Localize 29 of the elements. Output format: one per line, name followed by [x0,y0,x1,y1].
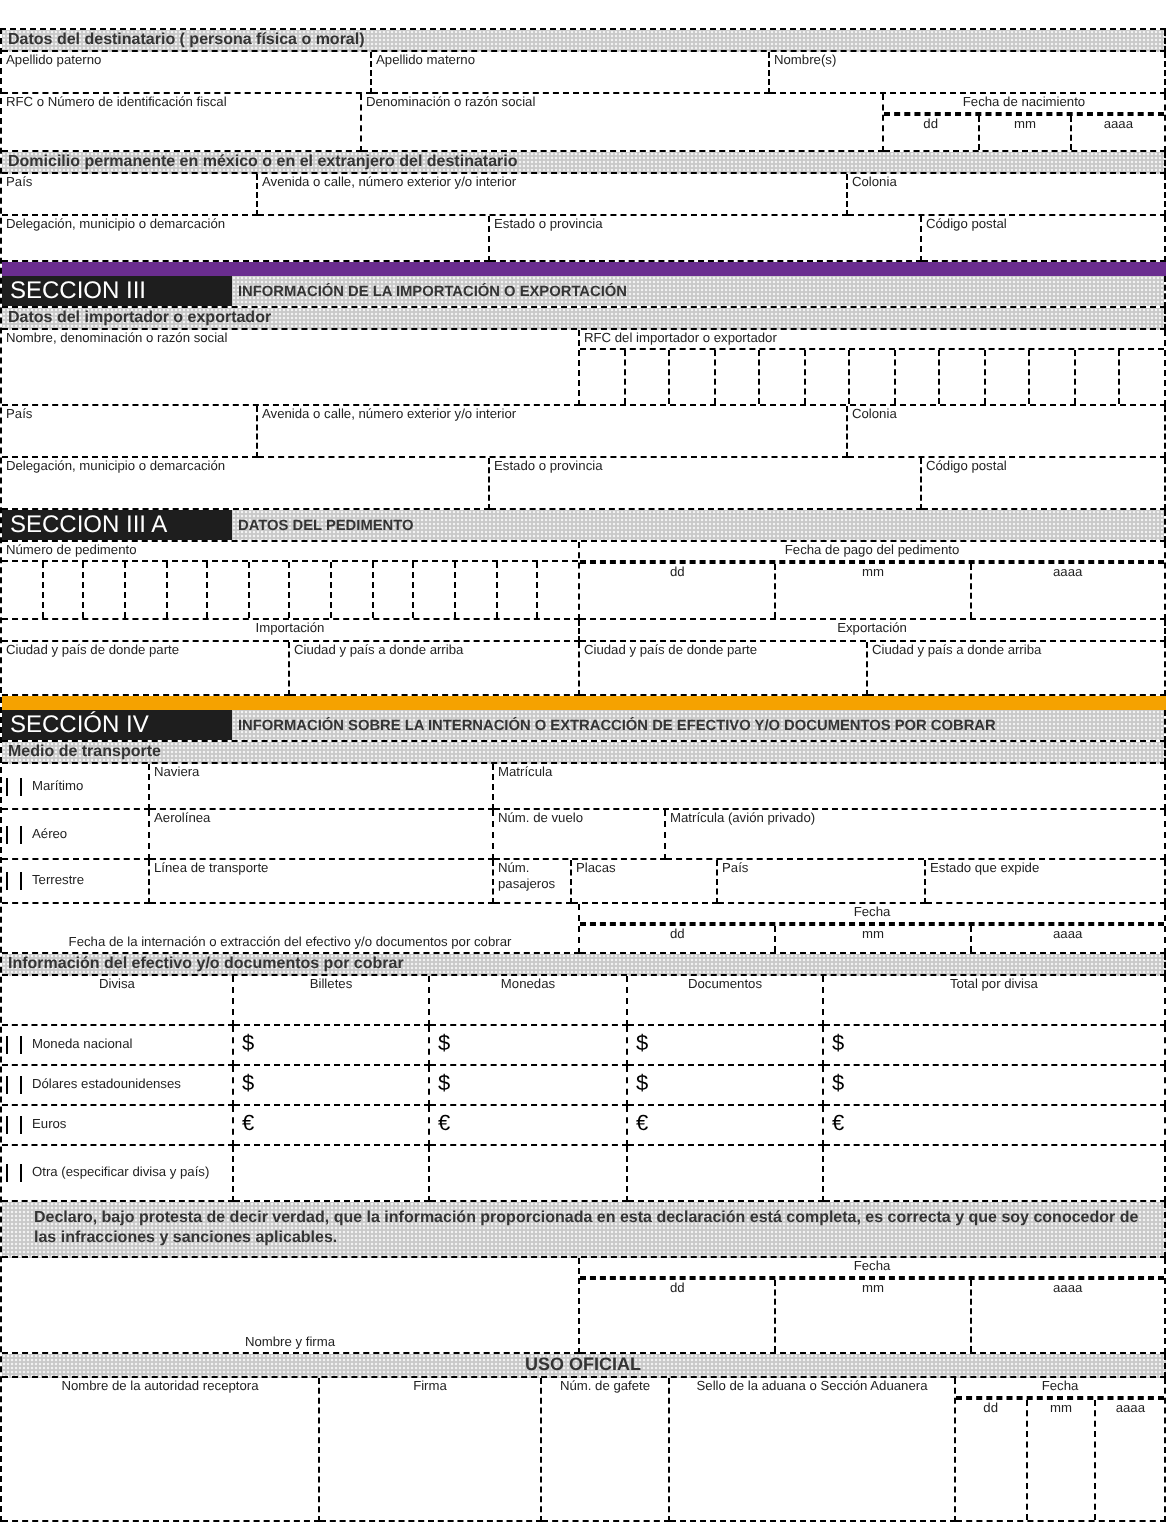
declaration-text: Declaro, bajo protesta de decir verdad, que la información proporcionada en esta declaración está completa, es correcta y que soy conocedor de las infracciones y sanciones aplicables. [2,1202,1166,1258]
section-banner: USO OFICIAL [2,1354,1166,1378]
currency-symbol: € [830,1110,845,1136]
checkbox[interactable] [6,1036,22,1054]
currency-symbol: $ [830,1070,845,1096]
currency-symbol: $ [634,1070,649,1096]
section-number: SECCION III A [2,510,232,540]
checkbox[interactable] [6,1116,22,1134]
currency-symbol: $ [436,1070,451,1096]
section-number: SECCION III [2,276,232,306]
section-subheader: Datos del destinatario ( persona física o moral) [2,30,1166,52]
checkbox[interactable] [6,1076,22,1094]
currency-symbol: $ [634,1030,649,1056]
checkbox[interactable] [6,872,22,890]
checkbox[interactable] [6,825,22,843]
section-subheader: Información del efectivo y/o documentos por cobrar [2,954,1166,976]
currency-symbol: $ [830,1030,845,1056]
currency-symbol: $ [436,1030,451,1056]
currency-symbol: € [634,1110,649,1136]
currency-symbol: $ [240,1030,255,1056]
checkbox[interactable] [6,1164,22,1182]
section-subheader: Domicilio permanente en méxico o en el extranjero del destinatario [2,152,1166,174]
currency-symbol: € [240,1110,255,1136]
checkbox[interactable] [6,777,22,795]
section-subheader: Medio de transporte [2,742,1166,764]
section-subheader: Datos del importador o exportador [2,308,1166,330]
section-number: SECCIÓN IV [2,710,232,740]
currency-symbol: $ [240,1070,255,1096]
currency-symbol: € [436,1110,451,1136]
